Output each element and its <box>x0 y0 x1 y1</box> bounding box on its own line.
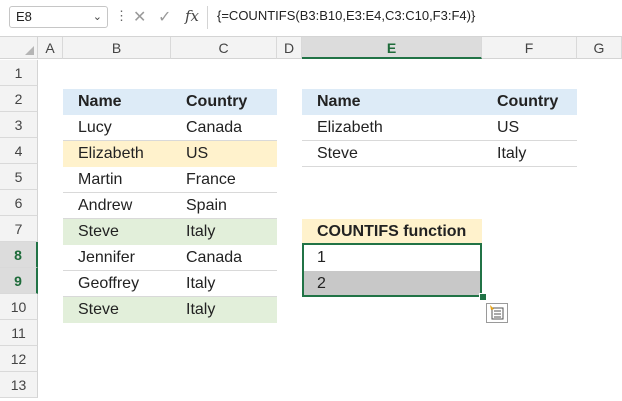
table-cell-name[interactable]: Martin <box>63 167 171 193</box>
table-cell-country[interactable]: Italy <box>171 297 277 323</box>
result-cell-e9[interactable]: 2 <box>302 271 482 297</box>
table-cell-name[interactable]: Elizabeth <box>63 141 171 167</box>
table-cell-country[interactable]: Spain <box>171 193 277 219</box>
cancel-icon[interactable]: ✕ <box>133 7 146 27</box>
table-cell-country[interactable]: Italy <box>171 219 277 245</box>
fill-handle[interactable] <box>479 293 487 301</box>
table-cell-name[interactable]: Geoffrey <box>63 271 171 297</box>
row-header-4[interactable]: 4 <box>0 138 38 164</box>
table-cell-country[interactable]: Italy <box>171 271 277 297</box>
row-header-10[interactable]: 10 <box>0 294 38 320</box>
name-box-value: E8 <box>16 9 32 24</box>
table-cell-country[interactable]: Canada <box>171 115 277 141</box>
column-header-f[interactable]: F <box>482 37 577 59</box>
table-cell-name[interactable]: Andrew <box>63 193 171 219</box>
table-cell-country[interactable]: France <box>171 167 277 193</box>
row-header-1[interactable]: 1 <box>0 60 38 86</box>
table-cell-country[interactable]: Canada <box>171 245 277 271</box>
table-cell-name[interactable]: Steve <box>63 297 171 323</box>
table-cell-name[interactable]: Jennifer <box>63 245 171 271</box>
row-header-2[interactable]: 2 <box>0 86 38 112</box>
select-all-corner[interactable] <box>0 37 38 59</box>
row-header-8[interactable]: 8 <box>0 242 38 268</box>
insert-function-icon[interactable]: fx <box>185 7 199 25</box>
column-header-d[interactable]: D <box>277 37 302 59</box>
criteria-cell-country[interactable]: Italy <box>482 141 577 167</box>
row-header-11[interactable]: 11 <box>0 320 38 346</box>
formula-bar: E8 ⌄ ⋮ ✕ ✓ fx {=COUNTIFS(B3:B10,E3:E4,C3… <box>0 0 622 37</box>
row-header-13[interactable]: 13 <box>0 372 38 398</box>
name-box[interactable]: E8 ⌄ <box>9 6 108 28</box>
row-header-6[interactable]: 6 <box>0 190 38 216</box>
column-header-c[interactable]: C <box>171 37 277 59</box>
more-options-icon[interactable]: ⋮ <box>115 8 128 24</box>
row-header-12[interactable]: 12 <box>0 346 38 372</box>
table-header-name[interactable]: Name <box>63 89 171 115</box>
column-header-g[interactable]: G <box>577 37 622 59</box>
table-cell-name[interactable]: Steve <box>63 219 171 245</box>
criteria-cell-country[interactable]: US <box>482 115 577 141</box>
result-cell-e8[interactable]: 1 <box>302 245 482 271</box>
column-header-e[interactable]: E <box>302 37 482 59</box>
column-header-b[interactable]: B <box>63 37 171 59</box>
result-header[interactable]: COUNTIFS function <box>302 219 482 245</box>
quick-analysis-button[interactable] <box>486 303 508 323</box>
column-header-a[interactable]: A <box>38 37 63 59</box>
divider <box>207 6 208 29</box>
table-header-country[interactable]: Country <box>171 89 277 115</box>
criteria-header-name[interactable]: Name <box>302 89 482 115</box>
row-header-9[interactable]: 9 <box>0 268 38 294</box>
formula-input[interactable]: {=COUNTIFS(B3:B10,E3:E4,C3:C10,F3:F4)} <box>217 8 475 23</box>
criteria-header-country[interactable]: Country <box>482 89 577 115</box>
table-cell-country[interactable]: US <box>171 141 277 167</box>
chevron-down-icon[interactable]: ⌄ <box>93 7 102 27</box>
confirm-icon[interactable]: ✓ <box>158 7 171 27</box>
criteria-cell-name[interactable]: Steve <box>302 141 482 167</box>
table-cell-name[interactable]: Lucy <box>63 115 171 141</box>
criteria-cell-name[interactable]: Elizabeth <box>302 115 482 141</box>
row-header-7[interactable]: 7 <box>0 216 38 242</box>
row-header-5[interactable]: 5 <box>0 164 38 190</box>
quick-analysis-icon <box>490 305 504 320</box>
row-header-3[interactable]: 3 <box>0 112 38 138</box>
